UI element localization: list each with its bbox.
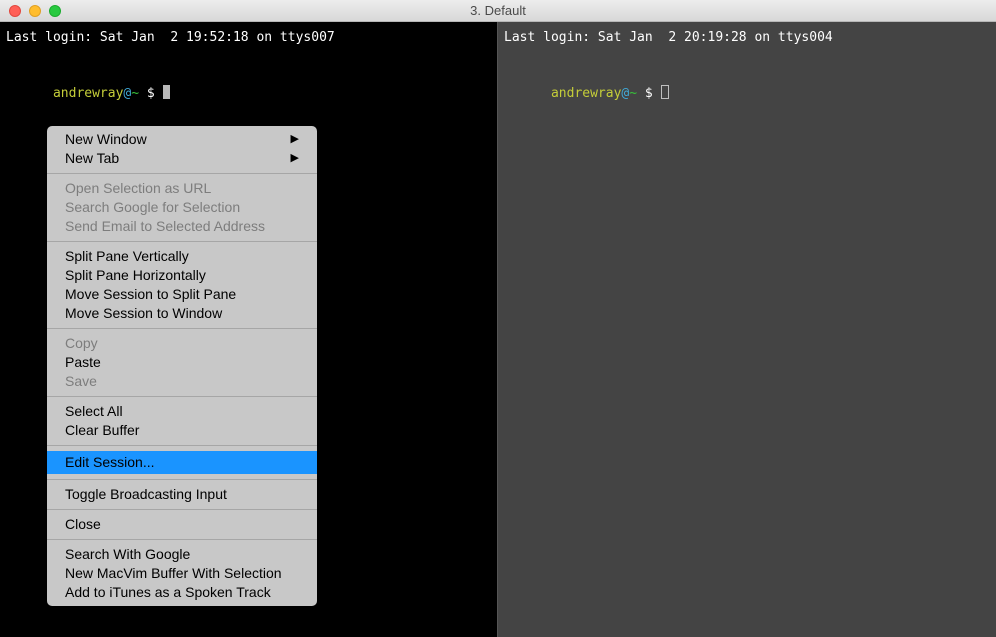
split-panes: Last login: Sat Jan 2 19:52:18 on ttys00… [0, 22, 996, 637]
menu-item[interactable]: Move Session to Split Pane [47, 285, 317, 304]
cursor-outline [661, 85, 669, 99]
menu-item[interactable]: Split Pane Vertically [47, 247, 317, 266]
menu-item-label: New Window [65, 131, 147, 148]
prompt-line: andrewray@~ $ [6, 64, 491, 124]
window-title: 3. Default [0, 3, 996, 18]
menu-item[interactable]: Move Session to Window [47, 304, 317, 323]
menu-item-label: Search Google for Selection [65, 199, 240, 216]
menu-separator [47, 396, 317, 397]
menu-item-label: Open Selection as URL [65, 180, 211, 197]
last-login-line: Last login: Sat Jan 2 20:19:28 on ttys00… [504, 28, 990, 48]
menu-item-label: Add to iTunes as a Spoken Track [65, 584, 271, 601]
titlebar: 3. Default [0, 0, 996, 22]
prompt-dollar: $ [139, 86, 162, 101]
submenu-arrow-icon: ▶ [291, 131, 299, 148]
menu-item-label: Send Email to Selected Address [65, 218, 265, 235]
menu-item[interactable]: New MacVim Buffer With Selection [47, 564, 317, 583]
menu-item[interactable]: Add to iTunes as a Spoken Track [47, 583, 317, 602]
prompt-line: andrewray@~ $ [504, 64, 990, 124]
menu-item-label: Edit Session... [65, 454, 155, 471]
menu-item-label: Select All [65, 403, 123, 420]
prompt-user: andrewray [53, 86, 123, 101]
menu-item[interactable]: Toggle Broadcasting Input [47, 485, 317, 504]
menu-item-label: Copy [65, 335, 98, 352]
menu-separator [47, 328, 317, 329]
menu-item-label: Close [65, 516, 101, 533]
menu-item[interactable]: Split Pane Horizontally [47, 266, 317, 285]
prompt-tilde: ~ [131, 86, 139, 101]
menu-item: Copy [47, 334, 317, 353]
menu-item-label: New Tab [65, 150, 119, 167]
prompt-dollar: $ [637, 86, 660, 101]
menu-item: Search Google for Selection [47, 198, 317, 217]
prompt-user: andrewray [551, 86, 621, 101]
menu-separator [47, 479, 317, 480]
cursor-block [163, 85, 170, 99]
menu-item: Open Selection as URL [47, 179, 317, 198]
menu-separator [47, 173, 317, 174]
menu-item[interactable]: New Window ▶ [47, 130, 317, 149]
menu-item[interactable]: Select All [47, 402, 317, 421]
menu-separator [47, 241, 317, 242]
menu-item-label: Split Pane Vertically [65, 248, 189, 265]
menu-item[interactable]: Close [47, 515, 317, 534]
menu-item-label: Toggle Broadcasting Input [65, 486, 227, 503]
last-login-line: Last login: Sat Jan 2 19:52:18 on ttys00… [6, 28, 491, 48]
menu-separator [47, 445, 317, 446]
menu-item-label: Clear Buffer [65, 422, 139, 439]
menu-item-label: Move Session to Window [65, 305, 222, 322]
close-window-button[interactable] [9, 5, 21, 17]
menu-item[interactable]: Edit Session... [47, 451, 317, 474]
menu-item[interactable]: New Tab ▶ [47, 149, 317, 168]
menu-separator [47, 509, 317, 510]
menu-item-label: Save [65, 373, 97, 390]
menu-item: Save [47, 372, 317, 391]
menu-item[interactable]: Clear Buffer [47, 421, 317, 440]
minimize-window-button[interactable] [29, 5, 41, 17]
menu-item-label: Paste [65, 354, 101, 371]
prompt-tilde: ~ [629, 86, 637, 101]
terminal-pane-left[interactable]: Last login: Sat Jan 2 19:52:18 on ttys00… [0, 22, 498, 637]
menu-item: Send Email to Selected Address [47, 217, 317, 236]
zoom-window-button[interactable] [49, 5, 61, 17]
menu-item-label: Move Session to Split Pane [65, 286, 236, 303]
context-menu[interactable]: New Window ▶ New Tab ▶ Open Selection as URL… [47, 126, 317, 606]
menu-item[interactable]: Paste [47, 353, 317, 372]
menu-item-label: Search With Google [65, 546, 190, 563]
menu-item-label: New MacVim Buffer With Selection [65, 565, 282, 582]
menu-item-label: Split Pane Horizontally [65, 267, 206, 284]
menu-item[interactable]: Search With Google [47, 545, 317, 564]
terminal-pane-right[interactable]: Last login: Sat Jan 2 20:19:28 on ttys00… [498, 22, 996, 637]
submenu-arrow-icon: ▶ [291, 150, 299, 167]
traffic-lights [0, 5, 61, 17]
menu-separator [47, 539, 317, 540]
